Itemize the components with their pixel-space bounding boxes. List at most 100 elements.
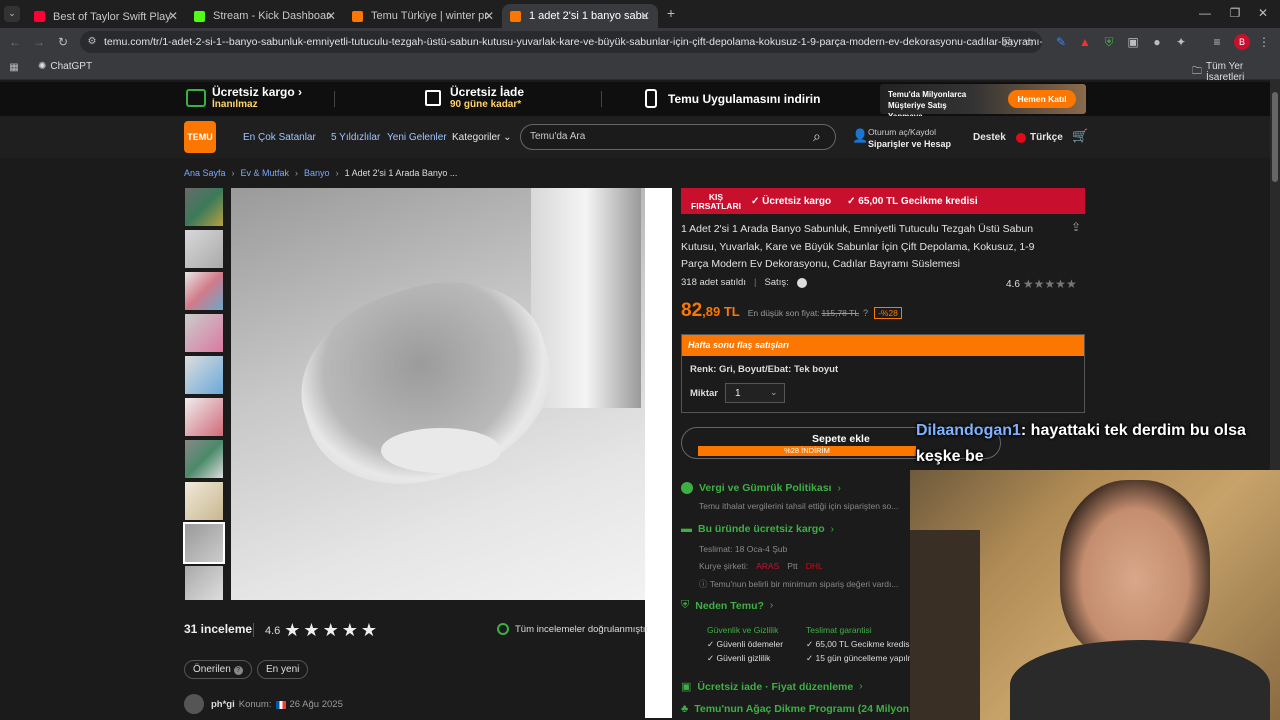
breadcrumb-home-kitchen[interactable]: Ev & Mutfak: [241, 168, 290, 178]
reload-icon[interactable]: ↻: [56, 35, 70, 49]
thumbnail-10[interactable]: [185, 566, 223, 600]
tab-temu-winter[interactable]: Temu Türkiye | winter promo ✕: [344, 4, 502, 28]
why-temu-link[interactable]: ⛨ Neden Temu? ›: [681, 599, 773, 612]
scrollbar-thumb[interactable]: [1272, 92, 1278, 182]
pdf-icon[interactable]: ▲: [1078, 35, 1092, 49]
winter-deal-banner: KIŞ FIRSATLARI ✓ Ücretsiz kargo ✓ 65,00 …: [681, 188, 1085, 214]
temu-icon: [510, 10, 521, 22]
thumbnail-strip: [183, 188, 225, 600]
bookmark-star-icon[interactable]: ☆: [1022, 35, 1036, 49]
shield-icon[interactable]: ⛨: [1102, 35, 1116, 49]
menu-kebab-icon[interactable]: ⋮: [1258, 35, 1270, 49]
minimize-icon[interactable]: —: [1198, 6, 1212, 20]
free-return-link[interactable]: ▣ Ücretsiz iade · Fiyat düzenleme ›: [681, 680, 863, 694]
streamer-body: [1010, 640, 1270, 720]
security-item-2: ✓ Güvenli gizlilik: [707, 653, 771, 663]
thumbnail-8[interactable]: [185, 482, 223, 520]
search-input[interactable]: Temu'da Ara ⌕: [520, 124, 836, 150]
close-window-icon[interactable]: ✕: [1256, 6, 1270, 20]
filter-newest[interactable]: En yeni: [257, 660, 309, 679]
temu-logo[interactable]: TEMU: [184, 121, 216, 153]
profile-avatar[interactable]: B: [1234, 34, 1250, 50]
site-info-icon[interactable]: ⚙: [86, 35, 98, 49]
support-link[interactable]: Destek: [973, 132, 1006, 143]
share-icon[interactable]: ⇪: [1071, 220, 1081, 234]
filter-recommended-label: Önerilen: [193, 664, 231, 675]
tab-search-icon[interactable]: ⌄: [4, 6, 20, 22]
thumbnail-4[interactable]: [185, 314, 223, 352]
product-rating[interactable]: 4.6 ★★★★★: [1006, 277, 1077, 291]
quantity-label: Miktar: [690, 388, 718, 399]
extension-pen-icon[interactable]: ✎: [1054, 35, 1068, 49]
location-label: Konum:: [238, 699, 272, 710]
apps-grid-icon[interactable]: ▦: [8, 61, 20, 75]
account-line2: Siparişler ve Hesap: [868, 139, 952, 149]
thumbnail-7[interactable]: [185, 440, 223, 478]
thumbnail-1[interactable]: [185, 188, 223, 226]
truck-icon: ▬: [681, 523, 692, 535]
quantity-select[interactable]: 1 ⌄: [725, 383, 785, 403]
thumbnail-9-selected[interactable]: [183, 522, 225, 564]
free-return-promo[interactable]: Ücretsiz İade 90 güne kadar*: [450, 85, 524, 110]
star-icon: ★★★★★: [1022, 277, 1077, 291]
info-icon[interactable]: ?: [863, 308, 868, 318]
verified-reviews: Tüm incelemeler doğrulanmıştır: [497, 623, 649, 635]
download-app-link[interactable]: Temu Uygulamasını indirin: [668, 92, 820, 106]
new-tab-icon[interactable]: +: [664, 6, 678, 20]
lock-icon[interactable]: ●: [1150, 35, 1164, 49]
shield-icon: ⛨: [681, 599, 690, 611]
forward-icon[interactable]: →: [32, 35, 46, 49]
account-menu[interactable]: Oturum aç/Kaydol Siparişler ve Hesap: [868, 126, 951, 150]
close-icon[interactable]: ✕: [326, 9, 336, 23]
tab-taylor-swift[interactable]: Best of Taylor Swift Playlist 💫 ✕: [26, 4, 186, 28]
breadcrumb-home[interactable]: Ana Sayfa: [184, 168, 226, 178]
variant-panel: Hafta sonu flaş satışları Renk: Gri, Boy…: [681, 334, 1085, 413]
breadcrumb-bathroom[interactable]: Banyo: [304, 168, 330, 178]
free-shipping-promo[interactable]: Ücretsiz kargo › İnanılmaz: [212, 85, 302, 110]
courier-row: Kurye şirketi: ARAS Ptt DHL: [699, 561, 909, 571]
courier-ptt: Ptt: [787, 561, 798, 571]
puzzle-icon[interactable]: ✦: [1174, 35, 1188, 49]
extension-icon[interactable]: ▣: [1126, 35, 1140, 49]
tab-title: Stream - Kick Dashboard: [213, 10, 331, 22]
close-icon[interactable]: ✕: [168, 9, 178, 23]
cart-discount-label: %28 İNDİRİM: [698, 446, 916, 456]
seller-banner[interactable]: Temu'da Milyonlarca Müşteriye Satış Yapm…: [880, 84, 1086, 121]
thumbnail-3[interactable]: [185, 272, 223, 310]
filter-recommended[interactable]: Önerilen ?: [184, 660, 252, 679]
cart-icon[interactable]: 🛒: [1072, 128, 1088, 144]
back-icon[interactable]: ←: [8, 35, 22, 49]
folder-icon: 🗀: [1192, 65, 1202, 77]
tab-soap-dish[interactable]: 1 adet 2'si 1 banyo sabunluk em ✕: [502, 4, 658, 28]
nav-five-stars[interactable]: 5 Yıldızlılar: [331, 132, 380, 143]
courier-aras: ARAS: [756, 561, 780, 571]
variant-label[interactable]: Renk: Gri, Boyut/Ebat: Tek boyut: [690, 364, 838, 375]
nav-best-sellers[interactable]: En Çok Satanlar: [243, 132, 316, 143]
tax-policy-link[interactable]: Vergi ve Gümrük Politikası ›: [681, 482, 841, 494]
close-icon[interactable]: ✕: [484, 9, 494, 23]
thumbnail-2[interactable]: [185, 230, 223, 268]
install-icon[interactable]: ⎘: [1000, 35, 1014, 49]
tab-kick-dashboard[interactable]: Stream - Kick Dashboard ✕: [186, 4, 344, 28]
security-title: Güvenlik ve Gizlilik: [707, 625, 779, 635]
tab-title: 1 adet 2'si 1 banyo sabunluk em: [529, 10, 647, 22]
seller-avatar-icon[interactable]: [796, 277, 807, 288]
browser-tab-bar: ⌄ Best of Taylor Swift Playlist 💫 ✕ Stre…: [0, 0, 1280, 28]
join-now-button[interactable]: Hemen Katıl: [1008, 90, 1076, 108]
thumbnail-5[interactable]: [185, 356, 223, 394]
thumbnail-6[interactable]: [185, 398, 223, 436]
product-main-image[interactable]: [231, 188, 645, 600]
restore-icon[interactable]: ❐: [1228, 6, 1242, 20]
verified-text: Tüm incelemeler doğrulanmıştır: [515, 623, 649, 635]
reading-list-icon[interactable]: ≡: [1210, 35, 1224, 49]
address-bar[interactable]: ⚙ temu.com/tr/1-adet-2-si-1--banyo-sabun…: [80, 31, 1042, 53]
close-icon[interactable]: ✕: [640, 9, 650, 23]
tree-program-link[interactable]: ♣ Temu'nun Ağaç Dikme Programı (24 Milyo…: [681, 703, 909, 715]
nav-new-arrivals[interactable]: Yeni Gelenler: [387, 132, 447, 143]
bookmark-chatgpt[interactable]: ✺ ChatGPT: [38, 61, 92, 72]
price-integer: 82: [681, 300, 703, 321]
search-icon[interactable]: ⌕: [813, 128, 821, 145]
language-selector[interactable]: Türkçe: [1016, 132, 1063, 143]
free-shipping-link[interactable]: ▬ Bu üründe ücretsiz kargo ›: [681, 523, 834, 535]
nav-categories[interactable]: Kategoriler ⌄: [452, 132, 512, 143]
